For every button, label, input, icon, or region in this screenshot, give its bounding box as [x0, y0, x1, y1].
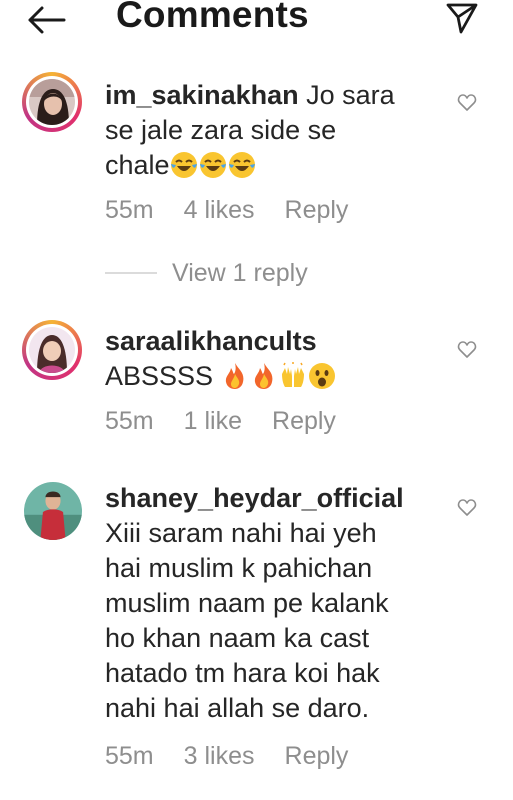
timestamp: 55m: [105, 196, 154, 224]
reply-button[interactable]: Reply: [285, 196, 349, 224]
heart-icon[interactable]: [457, 340, 477, 360]
likes-count[interactable]: 3 likes: [184, 742, 255, 770]
divider: [105, 272, 157, 274]
comment-meta: 55m 3 likes Reply: [105, 742, 378, 771]
fire-icon: [254, 363, 272, 389]
avatar[interactable]: [24, 482, 82, 540]
comment-text: im_sakinakhan Jo sara se jale zara side …: [105, 80, 395, 180]
comment-meta: 55m 4 likes Reply: [105, 196, 378, 225]
top-bar: Comments: [0, 0, 513, 44]
username[interactable]: saraalikhancults: [105, 326, 317, 356]
face-with-tears-of-joy-icon: [170, 152, 197, 178]
paper-plane-icon[interactable]: [446, 2, 478, 34]
fire-icon: [225, 363, 243, 389]
reply-button[interactable]: Reply: [285, 742, 349, 770]
timestamp: 55m: [105, 407, 154, 435]
page-title: Comments: [116, 0, 309, 35]
comment-text: saraalikhancults ABSSSS: [105, 324, 425, 394]
avatar[interactable]: [22, 72, 82, 132]
username[interactable]: shaney_heydar_official: [105, 483, 404, 513]
face-with-tears-of-joy-icon: [228, 152, 255, 178]
username[interactable]: im_sakinakhan: [105, 80, 299, 110]
face-with-open-mouth-icon: [308, 363, 335, 389]
heart-icon[interactable]: [457, 498, 477, 518]
timestamp: 55m: [105, 742, 154, 770]
raising-hands-icon: [281, 362, 304, 387]
face-with-tears-of-joy-icon: [199, 152, 226, 178]
arrow-left-icon[interactable]: [26, 4, 66, 36]
comment-text: shaney_heydar_official Xiii saram nahi h…: [105, 483, 404, 723]
avatar[interactable]: [22, 320, 82, 380]
reply-button[interactable]: Reply: [272, 407, 336, 435]
heart-icon[interactable]: [457, 93, 477, 113]
likes-count[interactable]: 4 likes: [184, 196, 255, 224]
likes-count[interactable]: 1 like: [184, 407, 242, 435]
comment-meta: 55m 1 like Reply: [105, 407, 366, 436]
